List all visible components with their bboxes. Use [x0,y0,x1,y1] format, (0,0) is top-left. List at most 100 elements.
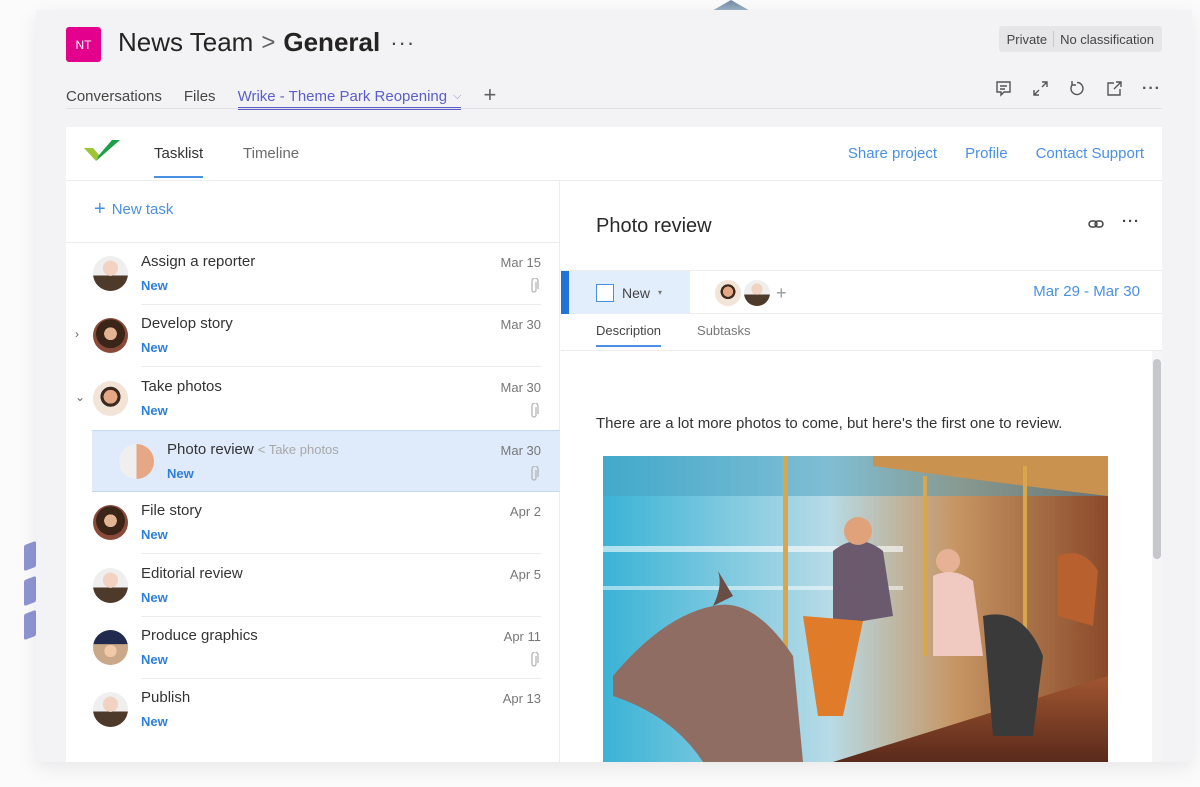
task-name-text: Produce graphics [141,626,258,644]
task-date: Mar 30 [500,379,541,395]
parent-task[interactable]: < Take photos [258,442,339,457]
decorative-shape [24,540,36,572]
task-name: Develop story [141,315,233,332]
assignee-avatar [93,629,128,665]
assignee-avatar[interactable] [744,280,770,306]
channel-tabs: Conversations Files Wrike - Theme Park R… [66,80,496,110]
task-row[interactable]: Publish New Apr 13 [66,679,560,741]
caret-down-icon: ▾ [658,288,663,297]
task-date: Mar 30 [500,317,541,333]
contact-support-link[interactable]: Contact Support [1036,145,1144,162]
tab-subtasks[interactable]: Subtasks [697,323,750,347]
team-avatar[interactable]: NT [66,27,101,62]
link-icon[interactable] [1088,219,1104,229]
complete-checkbox[interactable] [596,283,614,302]
task-name-text: Photo review [167,440,254,458]
task-status: New [141,589,168,605]
assignee-avatar [93,692,128,728]
tab-label: Conversations [66,88,162,105]
task-status: New [141,402,168,418]
task-date: Apr 13 [502,691,541,707]
expand-icon[interactable] [1032,80,1049,97]
task-row[interactable]: Photo review < Take photos New Mar 30 [92,429,560,492]
refresh-icon[interactable] [1069,80,1086,97]
assignees: + [715,280,787,306]
scrollbar[interactable] [1152,351,1162,762]
decorative-shape [24,609,36,641]
task-name-text: Take photos [141,377,222,395]
status-label: New [622,284,651,301]
tab-timeline[interactable]: Timeline [243,145,299,162]
task-list: + New task Assign a reporter New Mar 15 › De… [66,181,560,762]
share-project-link[interactable]: Share project [848,145,937,162]
tab-wrike[interactable]: Wrike - Theme Park Reopening ⌵ [237,88,462,110]
channel-name[interactable]: General [283,27,380,58]
task-name-text: Publish [141,689,191,707]
task-name-text: Editorial review [141,564,243,582]
task-row[interactable]: ⌄ Take photos New Mar 30 [66,368,560,430]
detail-tabs: Description Subtasks [596,323,751,347]
tab-conversations[interactable]: Conversations [66,88,162,110]
nav-links: Share project Profile Contact Support [848,145,1144,162]
divider [66,108,1162,109]
tab-files[interactable]: Files [184,88,216,110]
task-date: Apr 2 [509,504,541,520]
task-name: Photo review < Take photos [167,441,339,458]
breadcrumb: News Team > General ··· [118,27,415,58]
add-assignee-button[interactable]: + [776,283,787,304]
attachment-icon [531,278,539,293]
chevron-down-icon[interactable]: ⌄ [75,390,85,404]
tab-label: Files [183,88,216,105]
assignee-avatar [93,505,128,541]
task-name-text: File story [141,502,202,520]
channel-header: NT News Team > General ··· Private No cl… [36,10,1192,120]
task-name: Editorial review [141,565,243,582]
date-range[interactable]: Mar 29 - Mar 30 [1033,283,1140,300]
task-title[interactable]: Photo review [596,215,712,238]
chevron-down-icon[interactable]: ⌵ [453,90,461,103]
breadcrumb-separator: > [261,28,276,56]
task-status: New [141,651,168,667]
profile-link[interactable]: Profile [965,145,1008,162]
task-name-text: Assign a reporter [141,253,256,270]
more-icon[interactable]: ··· [1142,80,1160,97]
task-row[interactable]: Assign a reporter New Mar 15 [66,243,560,305]
wrike-app: Tasklist Timeline Share project Profile … [66,127,1162,762]
divider [561,350,1162,351]
channel-more-icon[interactable]: ··· [390,30,415,56]
attachment-icon [531,651,539,667]
chevron-right-icon[interactable]: › [75,327,79,341]
attachment-icon [531,465,539,481]
task-more-icon[interactable]: ··· [1122,213,1140,230]
popout-icon[interactable] [1106,80,1123,97]
task-description[interactable]: There are a lot more photos to come, but… [596,415,1062,432]
new-task-button[interactable]: + New task [94,198,173,220]
task-name: File story [141,502,202,519]
team-name[interactable]: News Team [118,27,253,58]
task-name: Assign a reporter [141,253,255,270]
task-row[interactable]: › Develop story New Mar 30 [66,305,560,368]
task-status: New [141,527,168,543]
conversation-icon[interactable] [995,80,1012,97]
assignee-avatar [93,256,128,291]
task-row[interactable]: Editorial review New Apr 5 [66,555,560,617]
plus-icon: + [94,198,106,220]
wrike-logo[interactable] [84,139,120,163]
tab-tasklist[interactable]: Tasklist [154,145,204,178]
teams-window: NT News Team > General ··· Private No cl… [36,10,1192,762]
task-status: New [167,465,194,481]
status-dropdown[interactable]: New ▾ [561,271,690,314]
attached-photo[interactable] [603,456,1108,762]
task-row[interactable]: File story New Apr 2 [66,492,560,555]
header-actions: ··· [995,80,1160,97]
task-name: Take photos [141,378,222,395]
scrollbar-thumb[interactable] [1153,359,1161,559]
tab-description[interactable]: Description [596,323,662,347]
add-tab-button[interactable]: + [483,84,496,110]
assignee-avatar [93,567,128,603]
assignee-avatar[interactable] [715,280,741,306]
task-details: Photo review ··· New ▾ + Mar 29 - Mar 30 [561,181,1162,762]
task-name-text: Develop story [141,315,233,333]
task-row[interactable]: Produce graphics New Apr 11 [66,617,560,679]
assignee-avatar [119,443,154,479]
